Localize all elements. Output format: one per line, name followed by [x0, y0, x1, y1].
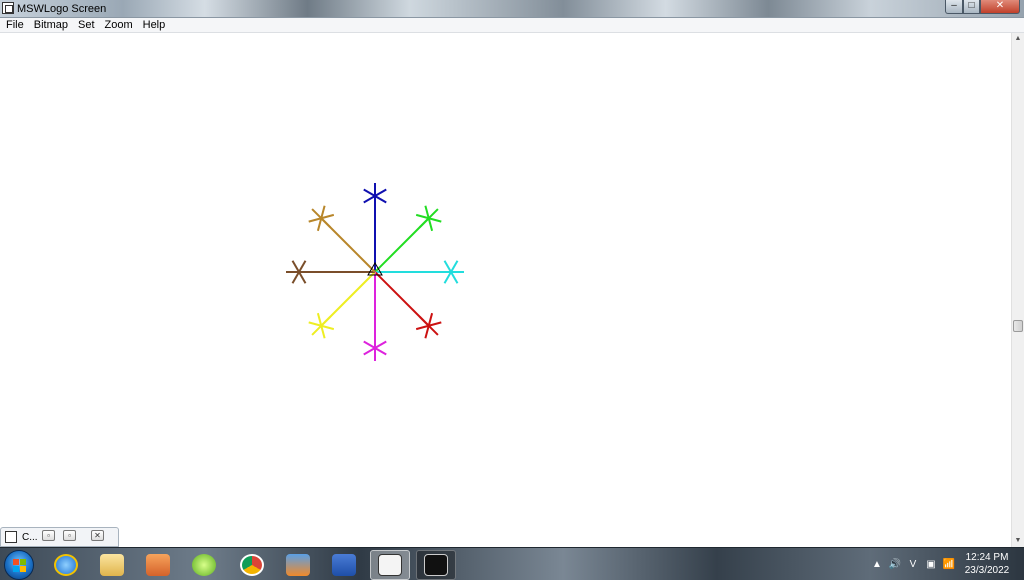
title-bar[interactable]: MSWLogo Screen – □ ✕: [0, 0, 1024, 18]
menu-bitmap[interactable]: Bitmap: [29, 18, 73, 32]
power-icon[interactable]: ▣: [922, 559, 940, 570]
drawing-canvas[interactable]: [0, 33, 1011, 547]
network-icon[interactable]: 📶: [940, 559, 958, 570]
commander-icon: [5, 531, 17, 543]
clock-time: 12:24 PM: [965, 552, 1009, 563]
taskbar-file-explorer[interactable]: [92, 550, 132, 580]
internet-explorer-icon: [54, 554, 78, 576]
desktop-screen: MSWLogo Screen – □ ✕ File Bitmap Set Zoo…: [0, 0, 1024, 580]
spoke-1: [374, 205, 442, 273]
green-app-icon: [192, 554, 216, 576]
education-app-icon: [286, 554, 310, 576]
scroll-up-icon[interactable]: ▲: [1012, 33, 1024, 45]
app-icon: [2, 2, 14, 14]
taskbar: ▲ 🔊 V ▣ 📶 12:24 PM 23/3/2022: [0, 547, 1024, 580]
chrome-icon: [240, 554, 264, 576]
mswlogo-icon: [378, 554, 402, 576]
window-title: MSWLogo Screen: [17, 3, 107, 15]
taskbar-chrome[interactable]: [232, 550, 272, 580]
menu-file[interactable]: File: [0, 18, 29, 32]
menu-bar: File Bitmap Set Zoom Help: [0, 18, 1024, 33]
media-player-icon: [146, 554, 170, 576]
logo-drawing: [286, 183, 464, 361]
taskbar-internet-explorer[interactable]: [46, 550, 86, 580]
spoke-6: [286, 260, 375, 284]
taskbar-green-app[interactable]: [184, 550, 224, 580]
scroll-down-icon[interactable]: ▼: [1012, 535, 1024, 547]
commander-restore-button[interactable]: ▫: [42, 530, 55, 541]
minimized-commander-window[interactable]: C... ▫ ▫ ✕: [0, 527, 119, 547]
taskbar-media-player[interactable]: [138, 550, 178, 580]
spoke-7: [308, 205, 376, 273]
windows-logo-icon: [13, 559, 27, 573]
taskbar-command-prompt[interactable]: [416, 550, 456, 580]
menu-set[interactable]: Set: [73, 18, 100, 32]
spoke-5: [308, 271, 376, 339]
commander-maximize-button[interactable]: ▫: [63, 530, 76, 541]
volume-icon[interactable]: 🔊: [886, 559, 904, 570]
window-controls: – □ ✕: [945, 0, 1020, 14]
taskbar-clock[interactable]: 12:24 PM 23/3/2022: [958, 551, 1016, 577]
commander-close-button[interactable]: ✕: [91, 530, 104, 541]
menu-help[interactable]: Help: [138, 18, 171, 32]
vertical-scrollbar[interactable]: ▲ ▼: [1011, 33, 1024, 547]
taskbar-education-app[interactable]: [278, 550, 318, 580]
spoke-0: [363, 183, 387, 272]
antivirus-icon[interactable]: V: [904, 559, 922, 570]
show-hidden-icons-icon[interactable]: ▲: [868, 559, 886, 570]
menu-zoom[interactable]: Zoom: [100, 18, 138, 32]
close-button[interactable]: ✕: [980, 0, 1020, 14]
clock-date: 23/3/2022: [964, 565, 1010, 576]
command-prompt-icon: [424, 554, 448, 576]
spoke-2: [375, 260, 464, 284]
commander-label: C...: [22, 532, 38, 543]
scroll-thumb[interactable]: [1013, 320, 1023, 332]
taskbar-word[interactable]: [324, 550, 364, 580]
taskbar-mswlogo[interactable]: [370, 550, 410, 580]
folder-icon: [100, 554, 124, 576]
word-icon: [332, 554, 356, 576]
spoke-4: [363, 272, 387, 361]
spoke-3: [374, 271, 442, 339]
system-tray: ▲ 🔊 V ▣ 📶: [868, 548, 958, 580]
maximize-button[interactable]: □: [963, 0, 980, 14]
minimize-button[interactable]: –: [945, 0, 963, 14]
start-button[interactable]: [4, 550, 34, 580]
